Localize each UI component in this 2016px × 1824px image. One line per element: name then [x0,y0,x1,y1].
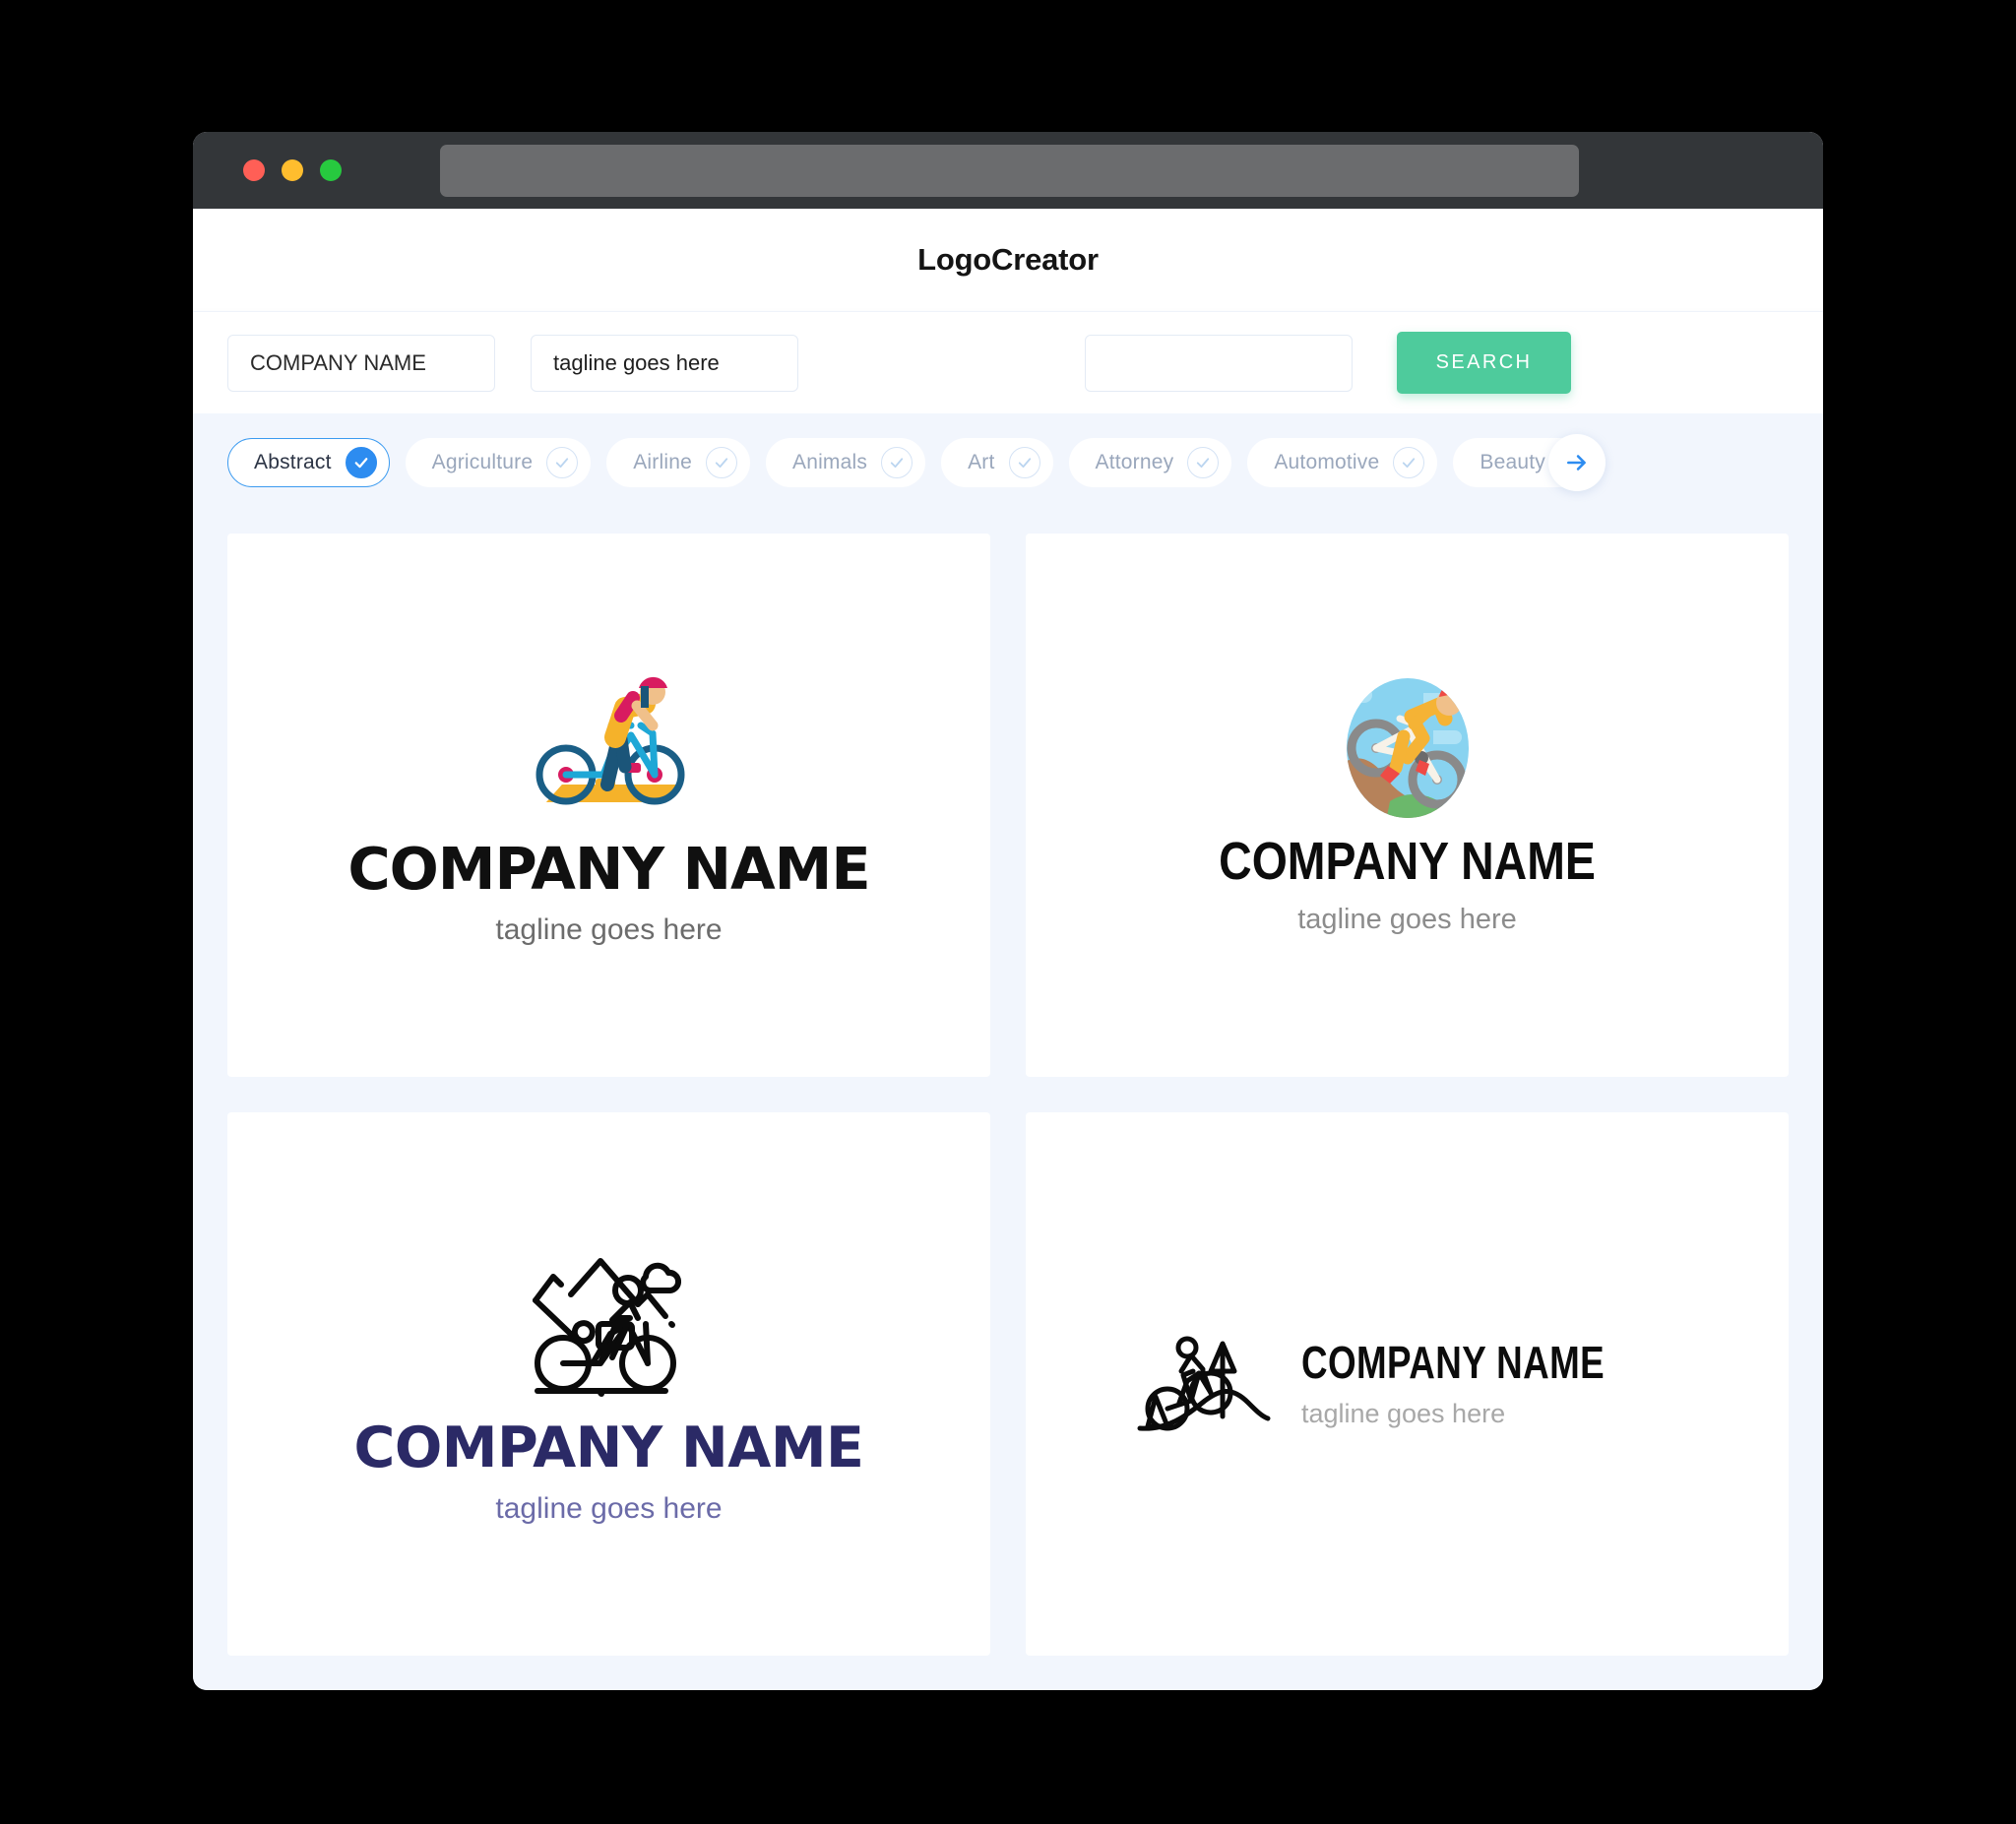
category-chip-label: Airline [633,451,692,473]
category-chip-label: Beauty [1480,451,1545,473]
app-header: LogoCreator [193,209,1823,311]
logo-company-name: COMPANY NAME [353,1415,864,1480]
logo-tagline: tagline goes here [495,912,723,946]
check-circle-icon [881,447,914,478]
logo-company-name: COMPANY NAME [347,834,870,903]
keyword-input[interactable] [1085,334,1353,392]
category-chip-label: Attorney [1095,451,1174,473]
category-chip-attorney[interactable]: Attorney [1068,438,1232,487]
check-circle-icon [705,447,737,478]
tagline-input[interactable] [531,334,798,392]
search-toolbar: SEARCH [193,311,1823,413]
logo-results-grid: COMPANY NAME tagline goes here COMPANY N… [193,512,1823,1690]
category-chip-label: Animals [791,451,868,473]
search-button[interactable]: SEARCH [1397,332,1571,394]
logo-card[interactable]: COMPANY NAME tagline goes here [1026,1112,1789,1656]
browser-titlebar [193,132,1823,209]
logo-tagline: tagline goes here [495,1491,723,1525]
category-chip-abstract[interactable]: Abstract [227,438,390,487]
line-art-cyclist-mountains-icon [532,1257,681,1397]
round-mountain-biker-badge-icon [1346,677,1469,818]
address-bar[interactable] [440,145,1579,197]
check-circle-icon [1008,447,1040,478]
category-chip-label: Art [968,451,995,473]
flat-cyclist-on-ramp-icon [536,676,685,804]
category-filter-row: Abstract Agriculture Airline Animals Art Atto… [193,413,1823,512]
check-circle-icon [345,447,377,478]
category-chip-label: Abstract [254,451,332,473]
logo-tagline: tagline goes here [1297,903,1517,935]
logo-card[interactable]: COMPANY NAME tagline goes here [227,1112,990,1656]
check-circle-icon [1187,447,1220,478]
category-chip-agriculture[interactable]: Agriculture [405,438,592,487]
close-window-button[interactable] [243,159,265,181]
logo-tagline: tagline goes here [1300,1398,1506,1428]
minimize-window-button[interactable] [282,159,303,181]
check-circle-icon [1393,447,1425,478]
category-chip-animals[interactable]: Animals [765,438,926,487]
line-art-cyclist-tree-icon [1137,1336,1271,1431]
category-chip-automotive[interactable]: Automotive [1247,438,1438,487]
logo-card[interactable]: COMPANY NAME tagline goes here [227,534,990,1077]
page-title: LogoCreator [917,242,1099,277]
category-chip-label: Agriculture [431,451,534,473]
traffic-light-buttons [243,159,342,181]
category-chip-label: Automotive [1274,451,1380,473]
category-chip-airline[interactable]: Airline [606,438,750,487]
check-circle-icon [546,447,579,478]
categories-next-arrow-icon[interactable] [1548,434,1606,491]
category-chip-art[interactable]: Art [941,438,1053,487]
logo-card[interactable]: COMPANY NAME tagline goes here [1026,534,1789,1077]
logo-company-name: COMPANY NAME [1219,831,1596,891]
logo-company-name: COMPANY NAME [1300,1336,1606,1388]
company-name-input[interactable] [227,334,495,392]
browser-window: LogoCreator SEARCH Abstract Agriculture Ai… [193,132,1823,1690]
maximize-window-button[interactable] [320,159,342,181]
